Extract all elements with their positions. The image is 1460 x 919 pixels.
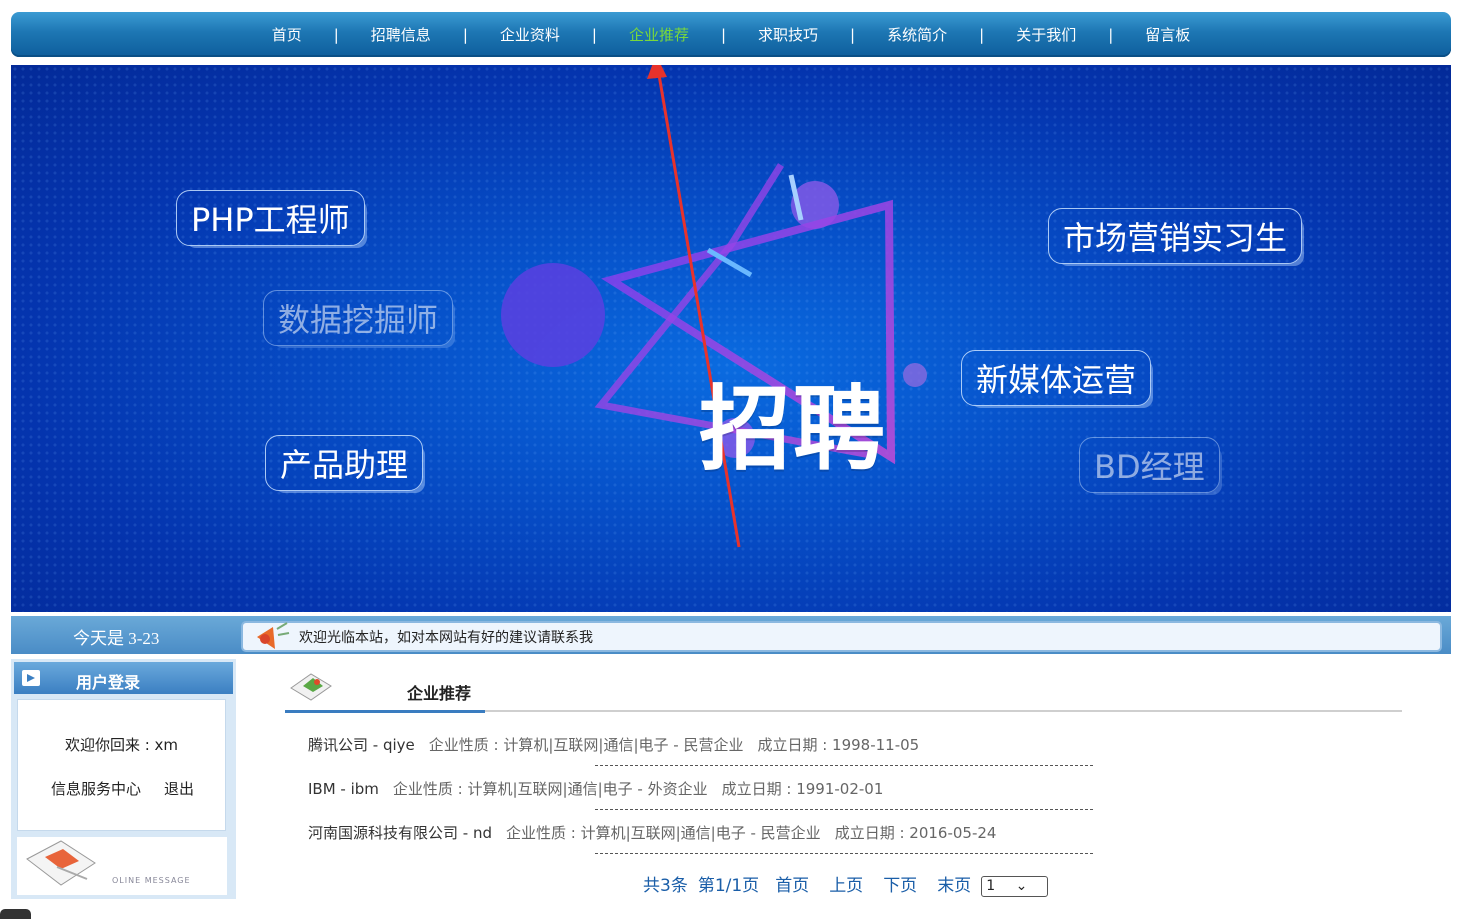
nav-separator: | [979, 25, 985, 44]
nav-item-jobs[interactable]: 招聘信息 [371, 24, 431, 45]
company-name-link[interactable]: 腾讯公司 - qiye [308, 736, 415, 754]
banner-tag: PHP工程师 [176, 190, 365, 246]
service-center-link[interactable]: 信息服务中心 [51, 778, 141, 799]
row-divider [595, 853, 1093, 854]
nav-item-message-board[interactable]: 留言板 [1145, 24, 1190, 45]
purple-circle-decoration [903, 363, 927, 387]
date-bar: 今天是 3-23 欢迎光临本站，如对本网站有好的建议请联系我 [11, 616, 1451, 654]
pager-current-page: 第1/1页 [697, 876, 760, 896]
section-title: 企业推荐 [407, 684, 472, 703]
section-divider-accent [285, 710, 485, 713]
nav-item-company-recommend[interactable]: 企业推荐 [629, 24, 689, 45]
nav-item-company-info[interactable]: 企业资料 [500, 24, 560, 45]
notice-marquee: 欢迎光临本站，如对本网站有好的建议请联系我 [241, 621, 1442, 652]
online-message-banner[interactable]: OLINE MESSAGE [17, 837, 227, 895]
nav-separator: | [333, 25, 339, 44]
nav-separator: | [720, 25, 727, 44]
nav-separator: | [850, 25, 856, 44]
login-panel-body: 欢迎你回来 : xm 信息服务中心 退出 [17, 699, 226, 831]
nav-item-about-us[interactable]: 关于我们 [1016, 24, 1076, 45]
row-divider [595, 809, 1093, 810]
message-card-icon [26, 840, 96, 886]
company-row: 河南国源科技有限公司 - nd 企业性质 : 计算机|互联网|通信|电子 - 民营… [308, 822, 996, 843]
login-panel-title: 用户登录 [76, 673, 141, 692]
notice-text: 欢迎光临本站，如对本网站有好的建议请联系我 [299, 630, 593, 646]
banner-tag: 新媒体运营 [961, 350, 1152, 406]
logout-link[interactable]: 退出 [164, 778, 194, 799]
company-name-link[interactable]: 河南国源科技有限公司 - nd [308, 824, 492, 842]
banner-tag: BD经理 [1079, 437, 1220, 493]
pager-prev-link[interactable]: 上页 [829, 876, 863, 896]
red-arrow-head [647, 65, 667, 79]
page-select-value: 1 [986, 877, 996, 894]
company-nature: 企业性质 : 计算机|互联网|通信|电子 - 民营企业 [505, 824, 821, 842]
online-message-caption: OLINE MESSAGE [112, 876, 191, 885]
pager-total: 共3条 [643, 876, 688, 896]
speaker-icon [257, 622, 290, 649]
company-founded: 成立日期 : 2016-05-24 [834, 824, 997, 842]
nav-item-system-intro[interactable]: 系统简介 [887, 24, 947, 45]
top-nav: 首页 | 招聘信息 | 企业资料 | 企业推荐 | 求职技巧 | 系统简介 | … [11, 12, 1451, 57]
page-select[interactable]: 1 ⌄ [981, 875, 1049, 897]
nav-separator: | [591, 25, 597, 44]
company-founded: 成立日期 : 1991-02-01 [721, 780, 884, 798]
nav-items: 首页 | 招聘信息 | 企业资料 | 企业推荐 | 求职技巧 | 系统简介 | … [11, 12, 1451, 57]
recommend-section-icon [290, 673, 332, 701]
arrow-right-icon [22, 670, 40, 686]
login-panel: 用户登录 欢迎你回来 : xm 信息服务中心 退出 OLINE MESSAGE [11, 659, 236, 899]
pager-first-link[interactable]: 首页 [775, 876, 809, 896]
pager-next-link[interactable]: 下页 [883, 876, 917, 896]
purple-circle-decoration [501, 263, 605, 367]
hero-title: 招聘 [699, 376, 888, 483]
corner-widget [0, 909, 31, 919]
banner-tag: 市场营销实习生 [1048, 208, 1303, 264]
today-date: 今天是 3-23 [73, 629, 160, 648]
pagination: 共3条 第1/1页 首页 上页 下页 末页 1 ⌄ [643, 871, 1064, 897]
company-founded: 成立日期 : 1998-11-05 [757, 736, 920, 754]
nav-item-job-tips[interactable]: 求职技巧 [758, 24, 818, 45]
banner-tag: 产品助理 [265, 435, 424, 491]
company-name-link[interactable]: IBM - ibm [308, 780, 379, 798]
login-panel-header: 用户登录 [14, 662, 233, 694]
company-row: 腾讯公司 - qiye 企业性质 : 计算机|互联网|通信|电子 - 民营企业 成立… [308, 734, 919, 755]
nav-separator: | [1108, 25, 1114, 44]
nav-separator: | [462, 25, 468, 44]
company-row: IBM - ibm 企业性质 : 计算机|互联网|通信|电子 - 外资企业 成立日期… [308, 778, 883, 799]
pager-last-link[interactable]: 末页 [937, 876, 971, 896]
company-nature: 企业性质 : 计算机|互联网|通信|电子 - 民营企业 [428, 736, 744, 754]
hero-banner: 招聘 PHP工程师 数据挖掘师 产品助理 市场营销实习生 新媒体运营 BD经理 [11, 65, 1451, 612]
banner-tag: 数据挖掘师 [263, 290, 454, 346]
row-divider [595, 765, 1093, 766]
banner-decoration [501, 65, 927, 548]
chevron-down-icon: ⌄ [1015, 877, 1028, 894]
company-nature: 企业性质 : 计算机|互联网|通信|电子 - 外资企业 [392, 780, 708, 798]
welcome-text: 欢迎你回来 : xm [64, 736, 179, 754]
nav-item-home[interactable]: 首页 [272, 24, 302, 45]
